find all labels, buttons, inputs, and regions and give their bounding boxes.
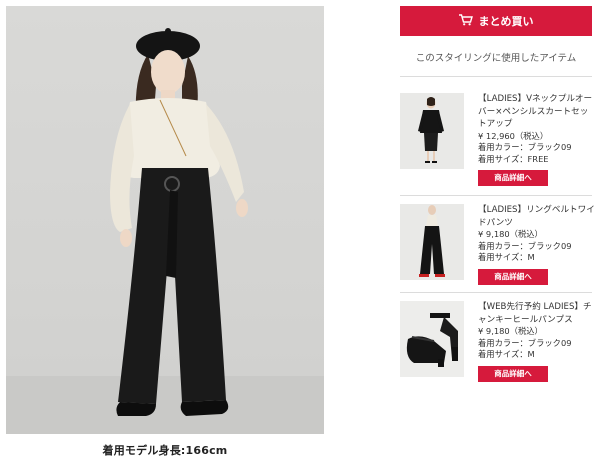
model-height-caption: 着用モデル身長:166cm xyxy=(102,444,228,457)
bulk-buy-label: まとめ買い xyxy=(478,15,534,28)
item-card: 【LADIES】Vネックプルオーバー×ペンシルスカートセットアップ ¥ 12,9… xyxy=(400,93,596,186)
item-size: 着用サイズ：FREE xyxy=(478,153,549,164)
cart-icon xyxy=(458,13,473,29)
item-thumbnail[interactable] xyxy=(400,93,464,169)
divider xyxy=(400,76,592,77)
item-name[interactable]: 【WEB先行予約 LADIES】チャンキーヒールパンプス xyxy=(478,301,596,326)
item-detail-button[interactable]: 商品詳細へ xyxy=(478,365,548,382)
item-detail-button[interactable]: 商品詳細へ xyxy=(478,170,548,186)
item-size: 着用サイズ：M xyxy=(478,349,535,359)
item-price: ¥ 9,180（税込） xyxy=(478,229,543,239)
item-size: 着用サイズ：M xyxy=(478,252,535,262)
model-photo xyxy=(6,6,324,434)
item-color: 着用カラー：ブラック09 xyxy=(478,337,572,348)
item-color: 着用カラー：ブラック09 xyxy=(478,142,572,152)
item-detail-button[interactable]: 商品詳細へ xyxy=(478,268,548,285)
divider xyxy=(400,195,592,196)
item-thumbnail[interactable] xyxy=(400,204,464,280)
item-thumbnail[interactable] xyxy=(400,301,464,377)
section-title: このスタイリングに使用したアイテム xyxy=(415,53,577,64)
item-name[interactable]: 【LADIES】Vネックプルオーバー×ペンシルスカートセットアップ xyxy=(478,93,596,131)
item-card: 【WEB先行予約 LADIES】チャンキーヒールパンプス ¥ 9,180（税込）… xyxy=(400,301,596,393)
item-color: 着用カラー：ブラック09 xyxy=(478,240,572,251)
divider xyxy=(400,292,592,293)
item-name[interactable]: 【LADIES】リングベルトワイドパンツ xyxy=(478,204,596,229)
item-card: 【LADIES】リングベルトワイドパンツ ¥ 9,180（税込） 着用カラー：ブ… xyxy=(400,204,596,296)
bulk-buy-button[interactable]: まとめ買い xyxy=(400,6,592,36)
item-price: ¥ 12,960（税込） xyxy=(478,130,549,141)
item-price: ¥ 9,180（税込） xyxy=(478,326,543,336)
model-illustration xyxy=(110,28,248,416)
